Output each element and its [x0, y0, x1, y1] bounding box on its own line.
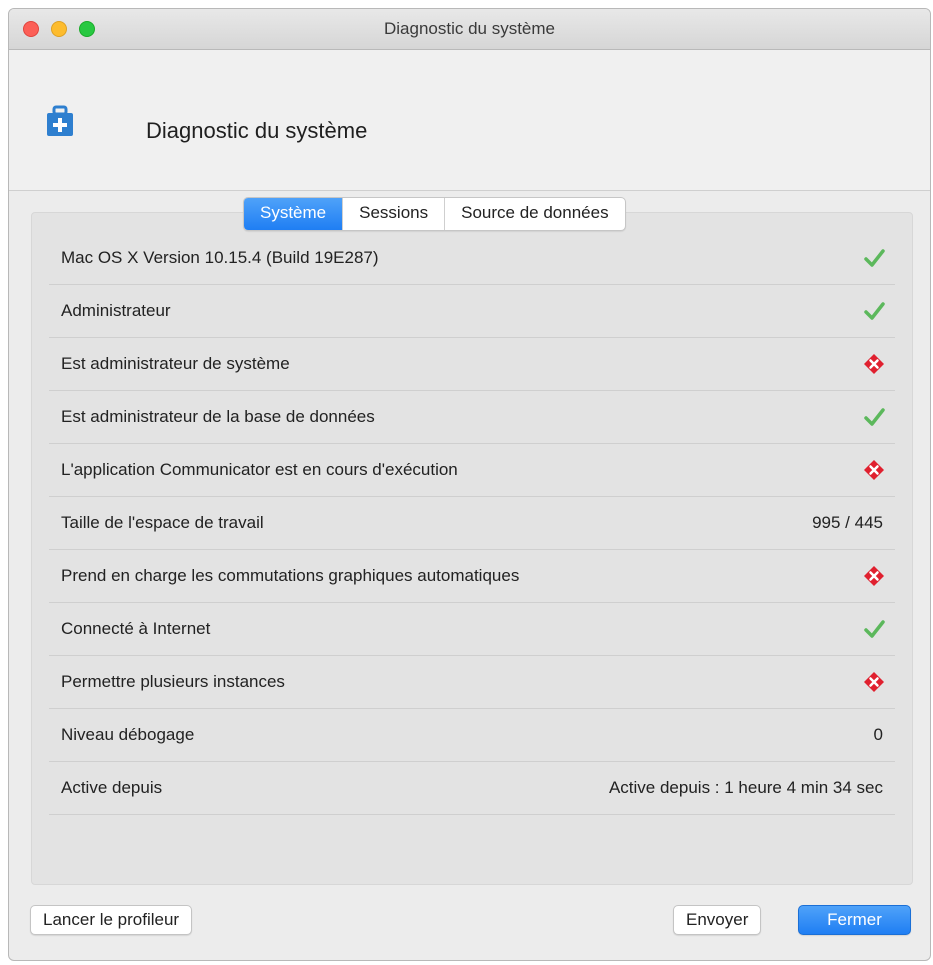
- diagnostic-row-label: Est administrateur de la base de données: [61, 407, 375, 426]
- diagnostic-row: Connecté à Internet: [49, 603, 895, 656]
- diagnostic-row-label: Prend en charge les commutations graphiq…: [61, 566, 520, 585]
- checkmark-icon: [863, 247, 885, 269]
- tab-bar: Système Sessions Source de données: [243, 197, 626, 231]
- error-icon: [863, 565, 885, 587]
- diagnostic-row-value: Active depuis : 1 heure 4 min 34 sec: [608, 778, 883, 797]
- diagnostic-row: Mac OS X Version 10.15.4 (Build 19E287): [49, 232, 895, 285]
- diagnostic-row-label: L'application Communicator est en cours …: [61, 460, 458, 479]
- diagnostic-row-label: Permettre plusieurs instances: [61, 672, 285, 691]
- diagnostic-row: Administrateur: [49, 285, 895, 338]
- diagnostic-row-label: Niveau débogage: [61, 725, 195, 744]
- checkmark-icon: [863, 618, 885, 640]
- diagnostic-row: L'application Communicator est en cours …: [49, 444, 895, 497]
- medical-kit-icon: [46, 105, 74, 142]
- send-button[interactable]: Envoyer: [673, 905, 762, 935]
- diagnostic-row: Est administrateur de la base de données: [49, 391, 895, 444]
- launch-profiler-button[interactable]: Lancer le profileur: [30, 905, 193, 935]
- title-bar: Diagnostic du système: [9, 9, 930, 50]
- diagnostic-row-label: Connecté à Internet: [61, 619, 211, 638]
- diagnostic-row-value: 0: [873, 725, 883, 744]
- diagnostic-row-label: Est administrateur de système: [61, 354, 290, 373]
- tab-systeme[interactable]: Système: [244, 198, 343, 230]
- tab-source-de-donnees[interactable]: Source de données: [444, 198, 624, 230]
- diagnostic-row: Niveau débogage 0: [49, 709, 895, 762]
- diagnostic-row-label: Mac OS X Version 10.15.4 (Build 19E287): [61, 248, 379, 267]
- close-button[interactable]: Fermer: [798, 905, 911, 935]
- error-icon: [863, 671, 885, 693]
- diagnostic-row: Prend en charge les commutations graphiq…: [49, 550, 895, 603]
- diagnostic-row: Est administrateur de système: [49, 338, 895, 391]
- diagnostic-row: Active depuis Active depuis : 1 heure 4 m…: [49, 762, 895, 815]
- window-title: Diagnostic du système: [383, 19, 556, 38]
- diagnostic-list: Mac OS X Version 10.15.4 (Build 19E287) A…: [49, 232, 895, 815]
- diagnostic-row-label: Administrateur: [61, 301, 171, 320]
- error-icon: [863, 459, 885, 481]
- diagnostic-row: Permettre plusieurs instances: [49, 656, 895, 709]
- diagnostic-row-value: 995 / 445: [812, 513, 883, 532]
- header: Diagnostic du système: [9, 50, 930, 191]
- diagnostic-row: Taille de l'espace de travail 995 / 445: [49, 497, 895, 550]
- tab-sessions[interactable]: Sessions: [342, 198, 444, 230]
- checkmark-icon: [863, 406, 885, 428]
- diagnostic-row-label: Taille de l'espace de travail: [61, 513, 264, 532]
- page-title: Diagnostic du système: [146, 118, 368, 143]
- error-icon: [863, 353, 885, 375]
- checkmark-icon: [863, 300, 885, 322]
- diagnostic-row-label: Active depuis: [61, 778, 163, 797]
